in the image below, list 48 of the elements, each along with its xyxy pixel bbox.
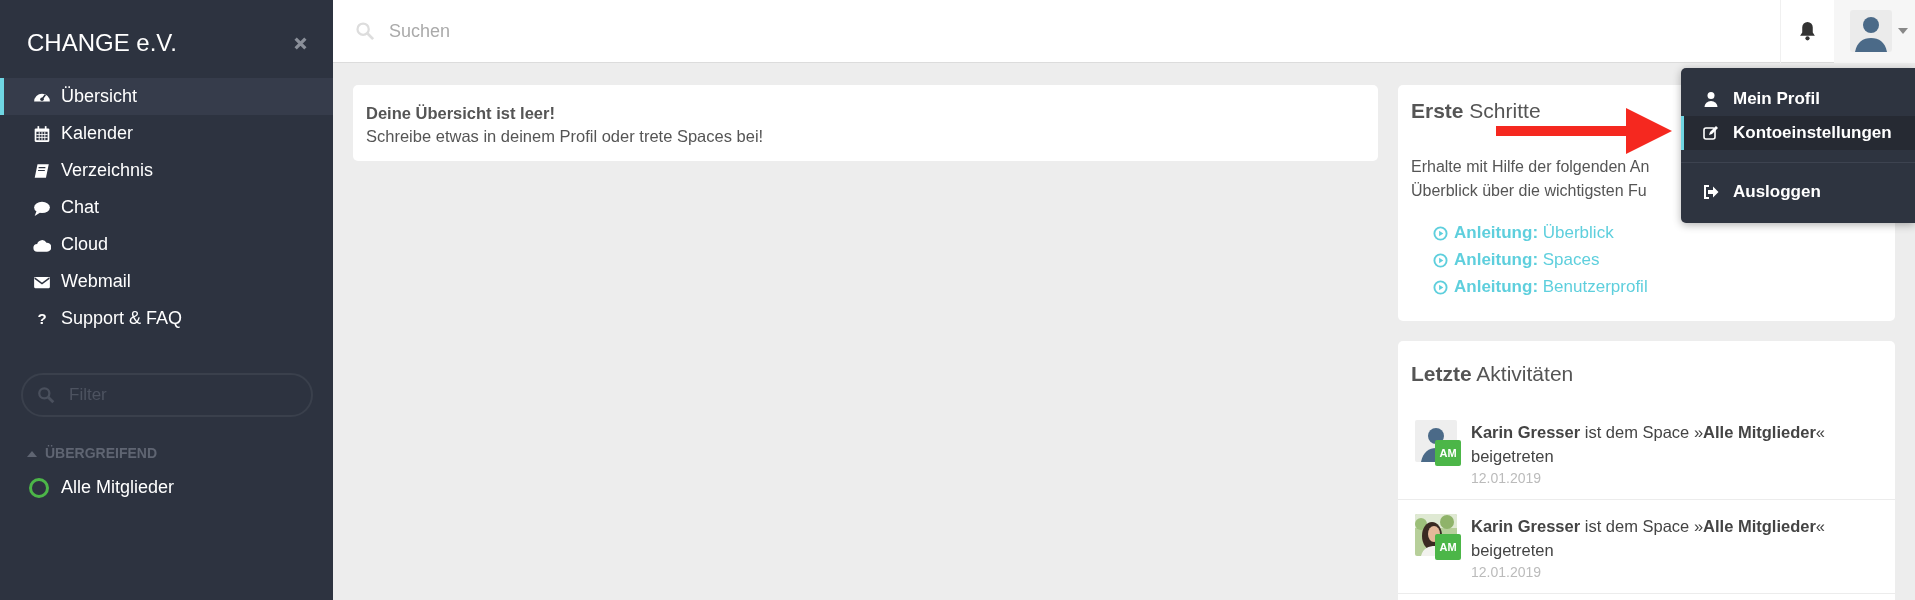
logout-icon — [1703, 184, 1719, 200]
caret-icon — [1898, 28, 1908, 34]
intro-text: Erhalte mit Hilfe der folgenden An — [1411, 157, 1650, 177]
avatar-icon — [1850, 10, 1892, 52]
nav-item[interactable]: Cloud — [0, 226, 333, 263]
intro-text: Überblick über die wichtigsten Fu — [1411, 181, 1647, 201]
nav-item[interactable]: Kalender — [0, 115, 333, 152]
space-badge: AM — [1435, 534, 1461, 560]
notice-title: Deine Übersicht ist leer! — [366, 103, 556, 124]
nav-label: Kalender — [61, 123, 134, 144]
app-title: CHANGE e.V. — [27, 29, 177, 57]
space-item[interactable]: Alle Mitglieder — [29, 477, 333, 498]
nav-item[interactable]: Übersicht — [0, 78, 333, 115]
edit-icon — [1703, 125, 1719, 141]
nav-label: Chat — [61, 197, 100, 218]
book-icon — [33, 161, 51, 180]
activity-text: Karin Gresser ist dem Space »Alle Mitglieder« beigetreten — [1471, 516, 1827, 561]
activity-date: 12.01.2019 — [1471, 470, 1543, 486]
nav-label: Übersicht — [61, 86, 138, 107]
nav-item[interactable]: Webmail — [0, 263, 333, 300]
play-icon — [1433, 252, 1448, 268]
nav-label: Cloud — [61, 234, 109, 255]
nav-label: Support & FAQ — [61, 308, 183, 329]
close-icon[interactable] — [294, 36, 307, 50]
bell-icon — [1799, 21, 1816, 41]
user-menu-button[interactable] — [1834, 0, 1915, 63]
menu-item[interactable]: Ausloggen — [1681, 175, 1915, 209]
space-badge: AM — [1435, 440, 1461, 466]
card-title: Erste Schritte — [1411, 99, 1542, 123]
nav-item[interactable]: ? Support & FAQ — [0, 300, 333, 337]
card-title: Letzte Aktivitäten — [1411, 362, 1575, 386]
menu-item[interactable]: Mein Profil — [1681, 82, 1915, 116]
ring-icon — [29, 477, 49, 498]
calendar-icon — [33, 124, 51, 143]
person-icon — [1703, 91, 1719, 107]
menu-item[interactable]: Kontoeinstellungen — [1681, 116, 1915, 150]
nav-label: Webmail — [61, 271, 131, 292]
question-icon: ? — [33, 310, 51, 327]
nav-label: Verzeichnis — [61, 160, 154, 181]
nav-item[interactable]: Chat — [0, 189, 333, 226]
nav-item[interactable]: Verzeichnis — [0, 152, 333, 189]
search-icon — [355, 21, 375, 41]
activity-date: 12.01.2019 — [1471, 564, 1543, 580]
activity-text: Karin Gresser ist dem Space »Alle Mitglieder« beigetreten — [1471, 422, 1827, 467]
search-icon — [37, 386, 55, 404]
notice-text: Schreibe etwas in deinem Profil oder trete Spaces bei! — [366, 126, 765, 147]
play-icon — [1433, 225, 1448, 241]
play-icon — [1433, 279, 1448, 295]
